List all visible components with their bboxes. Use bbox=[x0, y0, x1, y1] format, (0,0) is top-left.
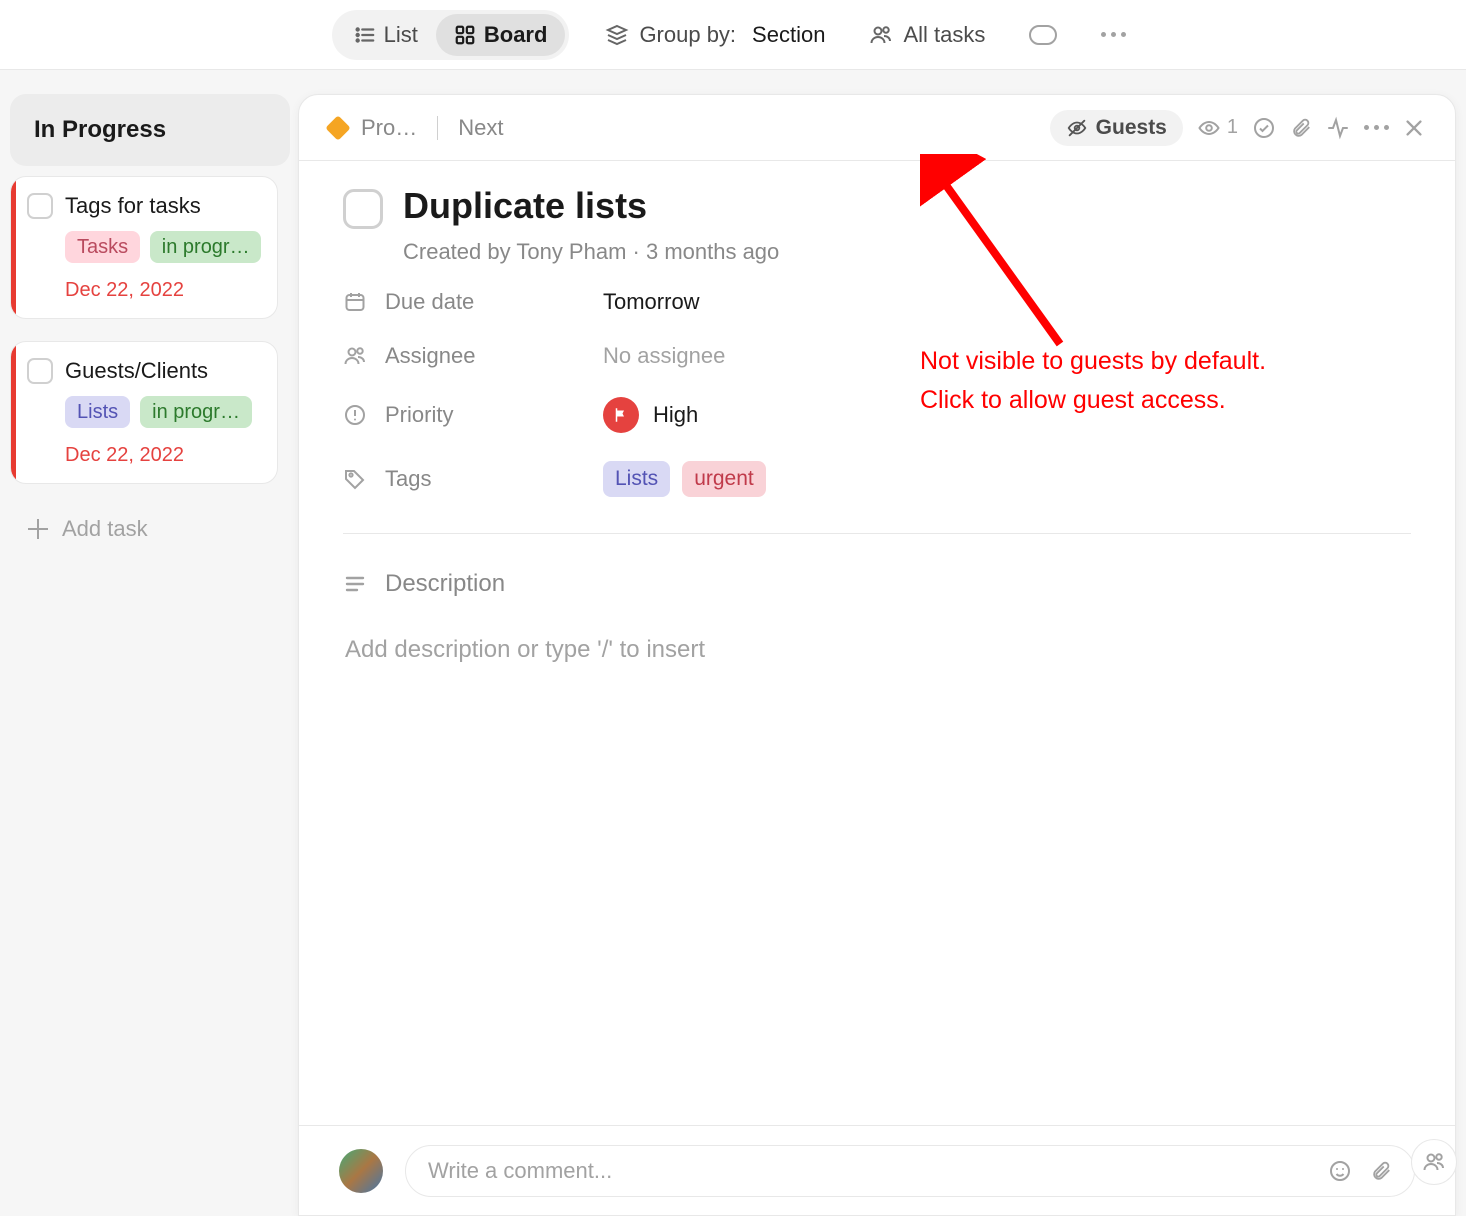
list-icon bbox=[354, 24, 376, 46]
add-task-button[interactable]: Add task bbox=[10, 506, 278, 552]
view-list[interactable]: List bbox=[336, 14, 436, 56]
avatar[interactable] bbox=[339, 1149, 383, 1193]
board-icon bbox=[454, 24, 476, 46]
card-tags: Lists in progr… bbox=[65, 396, 261, 428]
emoji-icon[interactable] bbox=[1328, 1159, 1352, 1183]
card-tags: Tasks in progr… bbox=[65, 231, 261, 263]
task-checkbox[interactable] bbox=[343, 189, 383, 229]
guests-toggle[interactable]: Guests bbox=[1050, 110, 1183, 146]
share-fab[interactable] bbox=[1411, 1139, 1457, 1185]
group-by-button[interactable]: Group by: Section bbox=[597, 16, 833, 54]
tag[interactable]: in progr… bbox=[150, 231, 261, 263]
tag[interactable]: Lists bbox=[603, 461, 670, 497]
card-title: Guests/Clients bbox=[65, 358, 208, 384]
group-by-label: Group by: bbox=[639, 22, 736, 48]
watchers-count: 1 bbox=[1227, 116, 1238, 139]
all-tasks-label: All tasks bbox=[903, 22, 985, 48]
tag[interactable]: Lists bbox=[65, 396, 130, 428]
task-panel: Pro… Next Guests 1 bbox=[298, 94, 1456, 1216]
complete-button[interactable] bbox=[1252, 116, 1276, 140]
task-subtitle: Created by Tony Pham · 3 months ago bbox=[403, 239, 1411, 265]
activity-button[interactable] bbox=[1326, 116, 1350, 140]
column-header[interactable]: In Progress bbox=[10, 94, 290, 166]
view-list-label: List bbox=[384, 22, 418, 48]
comment-input[interactable]: Write a comment... bbox=[405, 1145, 1415, 1197]
due-date-value[interactable]: Tomorrow bbox=[603, 289, 1411, 315]
panel-more-button[interactable] bbox=[1364, 125, 1389, 130]
annotation-text: Not visible to guests by default. Click … bbox=[920, 342, 1266, 420]
attachment-button[interactable] bbox=[1290, 117, 1312, 139]
card-stack: Tags for tasks Tasks in progr… Dec 22, 2… bbox=[0, 166, 288, 552]
tag-icon bbox=[343, 467, 367, 491]
flag-icon bbox=[603, 397, 639, 433]
breadcrumb: Pro… Next bbox=[329, 115, 504, 141]
all-tasks-button[interactable]: All tasks bbox=[861, 16, 993, 54]
card-checkbox[interactable] bbox=[27, 193, 53, 219]
tags-value[interactable]: Lists urgent bbox=[603, 461, 1411, 497]
attachment-icon[interactable] bbox=[1370, 1159, 1392, 1183]
breadcrumb-project[interactable]: Pro… bbox=[361, 115, 417, 141]
tag[interactable]: urgent bbox=[682, 461, 766, 497]
assignee-label: Assignee bbox=[343, 343, 603, 369]
close-button[interactable] bbox=[1403, 117, 1425, 139]
toggle-button[interactable] bbox=[1021, 19, 1065, 51]
card-date: Dec 22, 2022 bbox=[65, 444, 261, 467]
tag[interactable]: Tasks bbox=[65, 231, 140, 263]
project-icon bbox=[325, 115, 350, 140]
more-icon bbox=[1364, 125, 1389, 130]
divider bbox=[343, 533, 1411, 534]
paragraph-icon bbox=[343, 572, 367, 596]
group-by-value: Section bbox=[752, 22, 825, 48]
watchers-button[interactable]: 1 bbox=[1197, 116, 1238, 140]
comment-bar: Write a comment... bbox=[299, 1125, 1455, 1215]
task-card[interactable]: Guests/Clients Lists in progr… Dec 22, 2… bbox=[10, 341, 278, 484]
card-date: Dec 22, 2022 bbox=[65, 279, 261, 302]
more-icon bbox=[1101, 32, 1126, 37]
breadcrumb-divider bbox=[437, 116, 438, 140]
task-card[interactable]: Tags for tasks Tasks in progr… Dec 22, 2… bbox=[10, 176, 278, 319]
description-label: Description bbox=[343, 570, 1411, 598]
top-toolbar: List Board Group by: Section All tasks bbox=[0, 0, 1466, 70]
card-checkbox[interactable] bbox=[27, 358, 53, 384]
toggle-icon bbox=[1029, 25, 1057, 45]
stack-icon bbox=[605, 23, 629, 47]
guests-label: Guests bbox=[1096, 116, 1167, 140]
due-date-label: Due date bbox=[343, 289, 603, 315]
plus-icon bbox=[28, 519, 48, 539]
tags-label: Tags bbox=[343, 466, 603, 492]
priority-icon bbox=[343, 403, 367, 427]
panel-header: Pro… Next Guests 1 bbox=[299, 95, 1455, 161]
panel-body: Duplicate lists Created by Tony Pham · 3… bbox=[299, 161, 1455, 1125]
view-toggle: List Board bbox=[332, 10, 570, 60]
more-button[interactable] bbox=[1093, 26, 1134, 43]
comment-placeholder: Write a comment... bbox=[428, 1158, 612, 1184]
task-title[interactable]: Duplicate lists bbox=[403, 185, 647, 227]
people-icon bbox=[869, 23, 893, 47]
eye-off-icon bbox=[1066, 117, 1088, 139]
view-board[interactable]: Board bbox=[436, 14, 566, 56]
view-board-label: Board bbox=[484, 22, 548, 48]
card-title: Tags for tasks bbox=[65, 193, 201, 219]
calendar-icon bbox=[343, 290, 367, 314]
add-task-label: Add task bbox=[62, 516, 148, 542]
description-field[interactable]: Add description or type '/' to insert bbox=[345, 636, 1411, 664]
breadcrumb-next[interactable]: Next bbox=[458, 115, 503, 141]
priority-label: Priority bbox=[343, 402, 603, 428]
tag[interactable]: in progr… bbox=[140, 396, 252, 428]
people-icon bbox=[343, 344, 367, 368]
